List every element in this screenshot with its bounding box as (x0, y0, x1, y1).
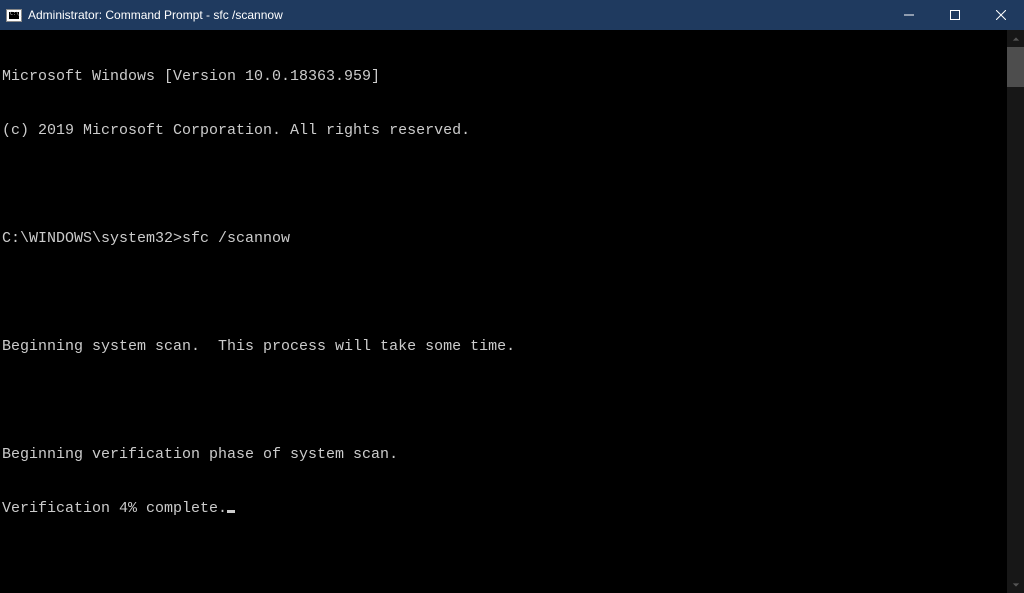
scroll-track[interactable] (1007, 47, 1024, 576)
minimize-icon (904, 10, 914, 20)
scroll-thumb[interactable] (1007, 47, 1024, 87)
cmd-icon (6, 9, 22, 22)
body-area: Microsoft Windows [Version 10.0.18363.95… (0, 30, 1024, 593)
minimize-button[interactable] (886, 0, 932, 30)
maximize-button[interactable] (932, 0, 978, 30)
maximize-icon (950, 10, 960, 20)
close-icon (996, 10, 1006, 20)
window-controls (886, 0, 1024, 30)
titlebar-left: Administrator: Command Prompt - sfc /sca… (0, 8, 283, 22)
terminal-line: C:\WINDOWS\system32>sfc /scannow (2, 230, 1007, 248)
cursor (227, 510, 235, 513)
scroll-up-button[interactable] (1007, 30, 1024, 47)
terminal-line: Microsoft Windows [Version 10.0.18363.95… (2, 68, 1007, 86)
close-button[interactable] (978, 0, 1024, 30)
terminal-line (2, 284, 1007, 302)
terminal-line: Beginning verification phase of system s… (2, 446, 1007, 464)
scrollbar[interactable] (1007, 30, 1024, 593)
terminal-line (2, 176, 1007, 194)
terminal-text: Verification 4% complete. (2, 500, 227, 517)
terminal-output[interactable]: Microsoft Windows [Version 10.0.18363.95… (0, 30, 1007, 593)
terminal-line: Beginning system scan. This process will… (2, 338, 1007, 356)
terminal-line: Verification 4% complete. (2, 500, 1007, 518)
titlebar[interactable]: Administrator: Command Prompt - sfc /sca… (0, 0, 1024, 30)
window-title: Administrator: Command Prompt - sfc /sca… (28, 8, 283, 22)
scroll-down-button[interactable] (1007, 576, 1024, 593)
chevron-down-icon (1012, 581, 1020, 589)
terminal-line (2, 392, 1007, 410)
terminal-line: (c) 2019 Microsoft Corporation. All righ… (2, 122, 1007, 140)
chevron-up-icon (1012, 35, 1020, 43)
